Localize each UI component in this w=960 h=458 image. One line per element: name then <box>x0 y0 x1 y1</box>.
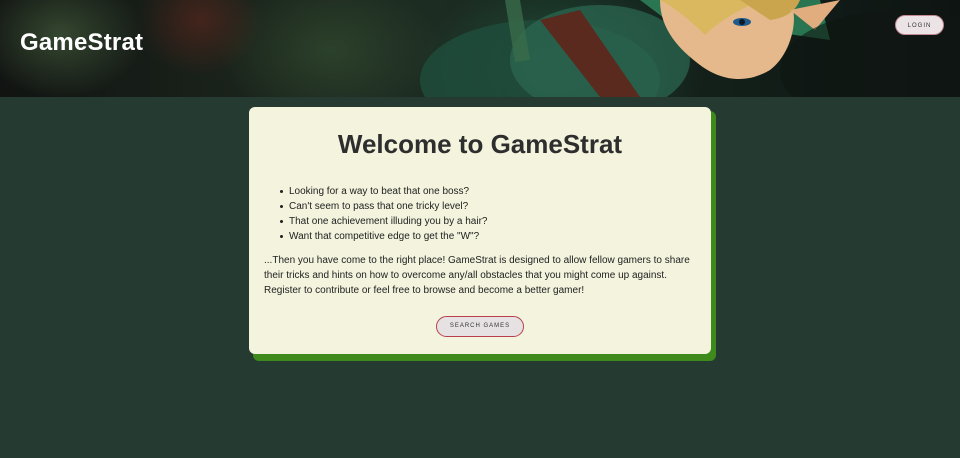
login-button[interactable]: LOGIN <box>895 15 944 35</box>
description-line: Register to contribute or feel free to b… <box>264 285 585 296</box>
list-item-text: Can't seem to pass that one tricky level… <box>289 201 469 212</box>
bullet-dot-icon <box>280 220 283 223</box>
list-item-text: Want that competitive edge to get the "W… <box>289 231 480 242</box>
header-banner: GameStrat LOGIN <box>0 0 960 97</box>
feature-list: Looking for a way to beat that one boss?… <box>280 184 488 244</box>
search-games-button[interactable]: SEARCH GAMES <box>436 316 524 337</box>
welcome-title: Welcome to GameStrat <box>337 129 623 159</box>
hero-art-image <box>420 0 960 97</box>
welcome-description: ...Then you have come to the right place… <box>264 253 704 298</box>
brand-logo-text[interactable]: GameStrat <box>20 29 143 57</box>
list-item-text: Looking for a way to beat that one boss? <box>289 186 470 197</box>
bullet-dot-icon <box>280 235 283 238</box>
description-line: their tricks and hints on how to overcom… <box>264 270 667 281</box>
bullet-dot-icon <box>280 190 283 193</box>
bullet-dot-icon <box>280 205 283 208</box>
list-item: Want that competitive edge to get the "W… <box>280 229 487 244</box>
list-item: Can't seem to pass that one tricky level… <box>280 199 487 214</box>
list-item: That one achievement illuding you by a h… <box>280 214 488 229</box>
list-item: Looking for a way to beat that one boss? <box>280 184 487 199</box>
list-item-text: That one achievement illuding you by a h… <box>289 216 488 227</box>
description-line: ...Then you have come to the right place… <box>264 255 690 266</box>
